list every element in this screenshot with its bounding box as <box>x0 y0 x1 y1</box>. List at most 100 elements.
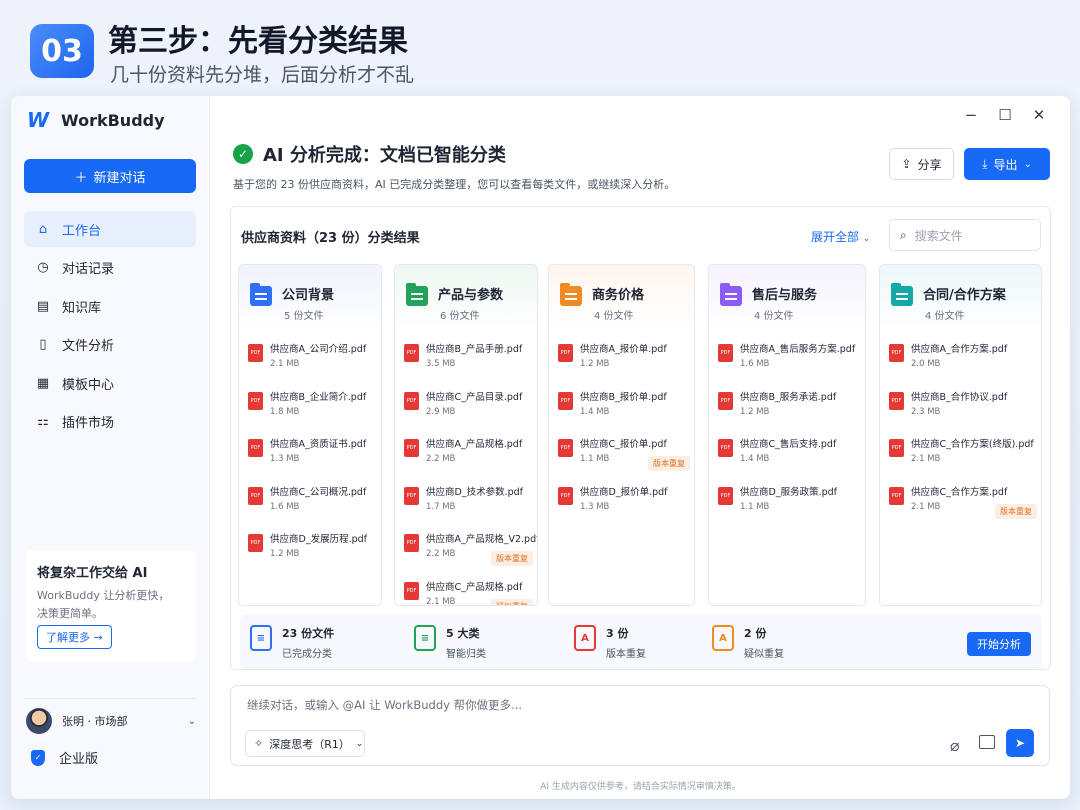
file-item[interactable]: PDF 供应商A_产品规格.pdf 2.2 MB <box>404 436 536 476</box>
pdf-file-icon: PDF <box>558 344 573 362</box>
summary-stat: A 2 份疑似重复 <box>712 625 784 660</box>
pdf-file-icon: PDF <box>718 391 733 410</box>
send-button[interactable]: ➤ <box>1006 729 1034 757</box>
file-size: 1.1 MB <box>740 501 770 512</box>
file-size: 1.6 MB <box>740 359 770 369</box>
sidebar-item-file-analysis[interactable]: ▯ 文件分析 <box>24 327 196 363</box>
file-item[interactable]: PDF 供应商A_资质证书.pdf 1.3 MB <box>248 436 380 476</box>
pdf-file-icon: PDF <box>248 391 263 410</box>
category-name: 产品与参数 <box>438 288 504 303</box>
step-badge: 03 <box>30 24 94 78</box>
sidebar-item-label: 插件市场 <box>62 416 115 432</box>
classification-panel: 供应商资料（23 份）分类结果 展开全部 ⌄ ⌕ 搜索文件 公司背景 5 份文件 PD… <box>230 206 1051 670</box>
new-chat-button[interactable]: ＋ 新建对话 <box>24 159 196 193</box>
divider <box>24 698 196 699</box>
file-item[interactable]: PDF 供应商B_报价单.pdf 1.4 MB <box>558 389 693 429</box>
paperclip-icon[interactable]: ⌀ <box>950 736 960 755</box>
message-input[interactable]: 继续对话，或输入 @AI 让 WorkBuddy 帮你做更多... <box>247 697 522 713</box>
file-name: 供应商A_报价单.pdf <box>580 344 667 355</box>
app-name: WorkBuddy <box>61 110 165 130</box>
file-item[interactable]: PDF 供应商C_合作方案(终版).pdf 2.1 MB <box>889 436 1040 476</box>
learn-more-button[interactable]: 了解更多 → <box>37 625 112 649</box>
category-header[interactable]: 商务价格 4 份文件 <box>549 265 694 331</box>
file-item[interactable]: PDF 供应商C_公司概况.pdf 1.6 MB <box>248 484 380 524</box>
file-item[interactable]: PDF 供应商C_产品规格.pdf 2.1 MB 疑似重复 <box>404 579 536 605</box>
file-item[interactable]: PDF 供应商D_技术参数.pdf 1.7 MB <box>404 484 536 524</box>
file-item[interactable]: PDF 供应商B_产品手册.pdf 3.5 MB <box>404 341 536 381</box>
category-header[interactable]: 售后与服务 4 份文件 <box>709 265 865 331</box>
share-button[interactable]: ⇪ 分享 <box>889 148 954 180</box>
image-icon[interactable] <box>979 735 995 749</box>
pdf-file-icon: PDF <box>558 439 573 457</box>
minimize-icon[interactable]: − <box>954 106 988 124</box>
grid-icon: ▦ <box>36 375 50 391</box>
file-size: 3.5 MB <box>426 359 456 369</box>
file-name: 供应商D_服务政策.pdf <box>740 486 837 498</box>
file-item[interactable]: PDF 供应商A_产品规格_V2.pdf 2.2 MB 版本重复 <box>404 531 538 571</box>
category-column: 售后与服务 4 份文件 PDF 供应商A_售后服务方案.pdf 1.6 MB PDF 供应商… <box>708 264 866 606</box>
category-column: 合同/合作方案 4 份文件 PDF 供应商A_合作方案.pdf 2.0 MB PDF 供应商… <box>879 264 1042 606</box>
file-size: 1.7 MB <box>426 501 456 512</box>
start-analysis-button[interactable]: 开始分析 <box>967 632 1031 656</box>
file-item[interactable]: PDF 供应商B_合作协议.pdf 2.3 MB <box>889 389 1040 429</box>
file-item[interactable]: PDF 供应商C_售后支持.pdf 1.4 MB <box>718 436 864 476</box>
sidebar-item-history[interactable]: ◷ 对话记录 <box>24 250 196 286</box>
stat-label: 已完成分类 <box>282 649 332 660</box>
composer: 继续对话，或输入 @AI 让 WorkBuddy 帮你做更多... ✧ 深度思考（… <box>230 685 1050 766</box>
sidebar-item-plugins[interactable]: ⚏ 插件市场 <box>24 404 196 440</box>
folder-icon <box>406 283 428 306</box>
sidebar-item-label: 对话记录 <box>62 262 115 278</box>
promo-description: WorkBuddy 让分析更快，决策更简单。 <box>37 589 170 620</box>
category-header[interactable]: 公司背景 5 份文件 <box>239 265 381 331</box>
file-name: 供应商A_产品规格_V2.pdf <box>426 534 538 545</box>
file-item[interactable]: PDF 供应商D_发展历程.pdf 1.2 MB <box>248 531 380 571</box>
category-header[interactable]: 产品与参数 6 份文件 <box>395 265 537 331</box>
file-name: 供应商C_产品规格.pdf <box>426 581 523 593</box>
export-button[interactable]: ⤓ 导出 ⌄ <box>964 148 1050 180</box>
deep-think-toggle[interactable]: ✧ 深度思考（R1） ⌄ <box>245 730 365 757</box>
file-name: 供应商C_售后支持.pdf <box>740 439 837 450</box>
file-item[interactable]: PDF 供应商B_服务承诺.pdf 1.2 MB <box>718 389 864 429</box>
maximize-icon[interactable]: ☐ <box>988 106 1022 124</box>
file-name: 供应商C_报价单.pdf <box>580 439 667 450</box>
book-icon: ▤ <box>36 298 50 314</box>
pdf-file-icon: PDF <box>248 486 263 505</box>
file-item[interactable]: PDF 供应商C_报价单.pdf 1.1 MB 版本重复 <box>558 436 693 476</box>
category-header[interactable]: 合同/合作方案 4 份文件 <box>880 265 1041 331</box>
expand-all-link[interactable]: 展开全部 ⌄ <box>811 228 870 245</box>
file-item[interactable]: PDF 供应商D_服务政策.pdf 1.1 MB <box>718 484 864 524</box>
document-icon: ≡ <box>414 625 436 651</box>
close-icon[interactable]: ✕ <box>1022 106 1056 124</box>
file-size: 2.1 MB <box>911 454 941 464</box>
file-item[interactable]: PDF 供应商A_报价单.pdf 1.2 MB <box>558 341 693 381</box>
pdf-file-icon: PDF <box>404 391 419 410</box>
file-item[interactable]: PDF 供应商A_合作方案.pdf 2.0 MB <box>889 341 1040 381</box>
pdf-file-icon: PDF <box>404 581 419 600</box>
summary-bar: ≡ 23 份文件 已完成分类 ≡ 5 大类 智能归类 A 3 份版本重复 A 2 份疑似重复 开始… <box>240 615 1042 669</box>
sidebar-item-workbench[interactable]: ⌂ 工作台 <box>24 211 196 247</box>
summary-stat: ≡ 23 份文件 已完成分类 <box>250 625 334 660</box>
file-item[interactable]: PDF 供应商D_报价单.pdf 1.3 MB <box>558 484 693 524</box>
sparkle-icon: ✧ <box>254 737 264 750</box>
folder-icon <box>891 283 913 306</box>
stat-value: 23 份文件 <box>282 627 335 640</box>
file-size: 2.9 MB <box>426 406 456 417</box>
category-count: 4 份文件 <box>594 311 634 322</box>
file-name: 供应商C_合作方案(终版).pdf <box>911 439 1034 450</box>
file-item[interactable]: PDF 供应商C_产品目录.pdf 2.9 MB <box>404 389 536 429</box>
category-column: 公司背景 5 份文件 PDF 供应商A_公司介绍.pdf 2.1 MB PDF 供应商B_企… <box>238 264 382 606</box>
file-item[interactable]: PDF 供应商A_售后服务方案.pdf 1.6 MB <box>718 341 864 381</box>
sidebar-item-templates[interactable]: ▦ 模板中心 <box>24 365 196 401</box>
file-size: 1.4 MB <box>740 454 770 464</box>
app-window: W WorkBuddy ＋ 新建对话 ⌂ 工作台 ◷ 对话记录 ▤ 知识库 ▯ 文件分析… <box>11 96 1070 799</box>
document-icon: A <box>712 625 734 651</box>
folder-icon <box>560 283 582 306</box>
file-item[interactable]: PDF 供应商B_企业简介.pdf 1.8 MB <box>248 389 380 429</box>
stat-label: 疑似重复 <box>744 649 784 660</box>
file-item[interactable]: PDF 供应商A_公司介绍.pdf 2.1 MB <box>248 341 380 381</box>
sidebar-item-knowledge[interactable]: ▤ 知识库 <box>24 288 196 324</box>
duplicate-tag: 版本重复 <box>491 551 533 566</box>
search-field[interactable]: ⌕ 搜索文件 <box>889 219 1041 251</box>
file-item[interactable]: PDF 供应商C_合作方案.pdf 2.1 MB 版本重复 <box>889 484 1040 524</box>
user-menu[interactable]: 张明 · 市场部 ⌄ <box>26 707 196 735</box>
